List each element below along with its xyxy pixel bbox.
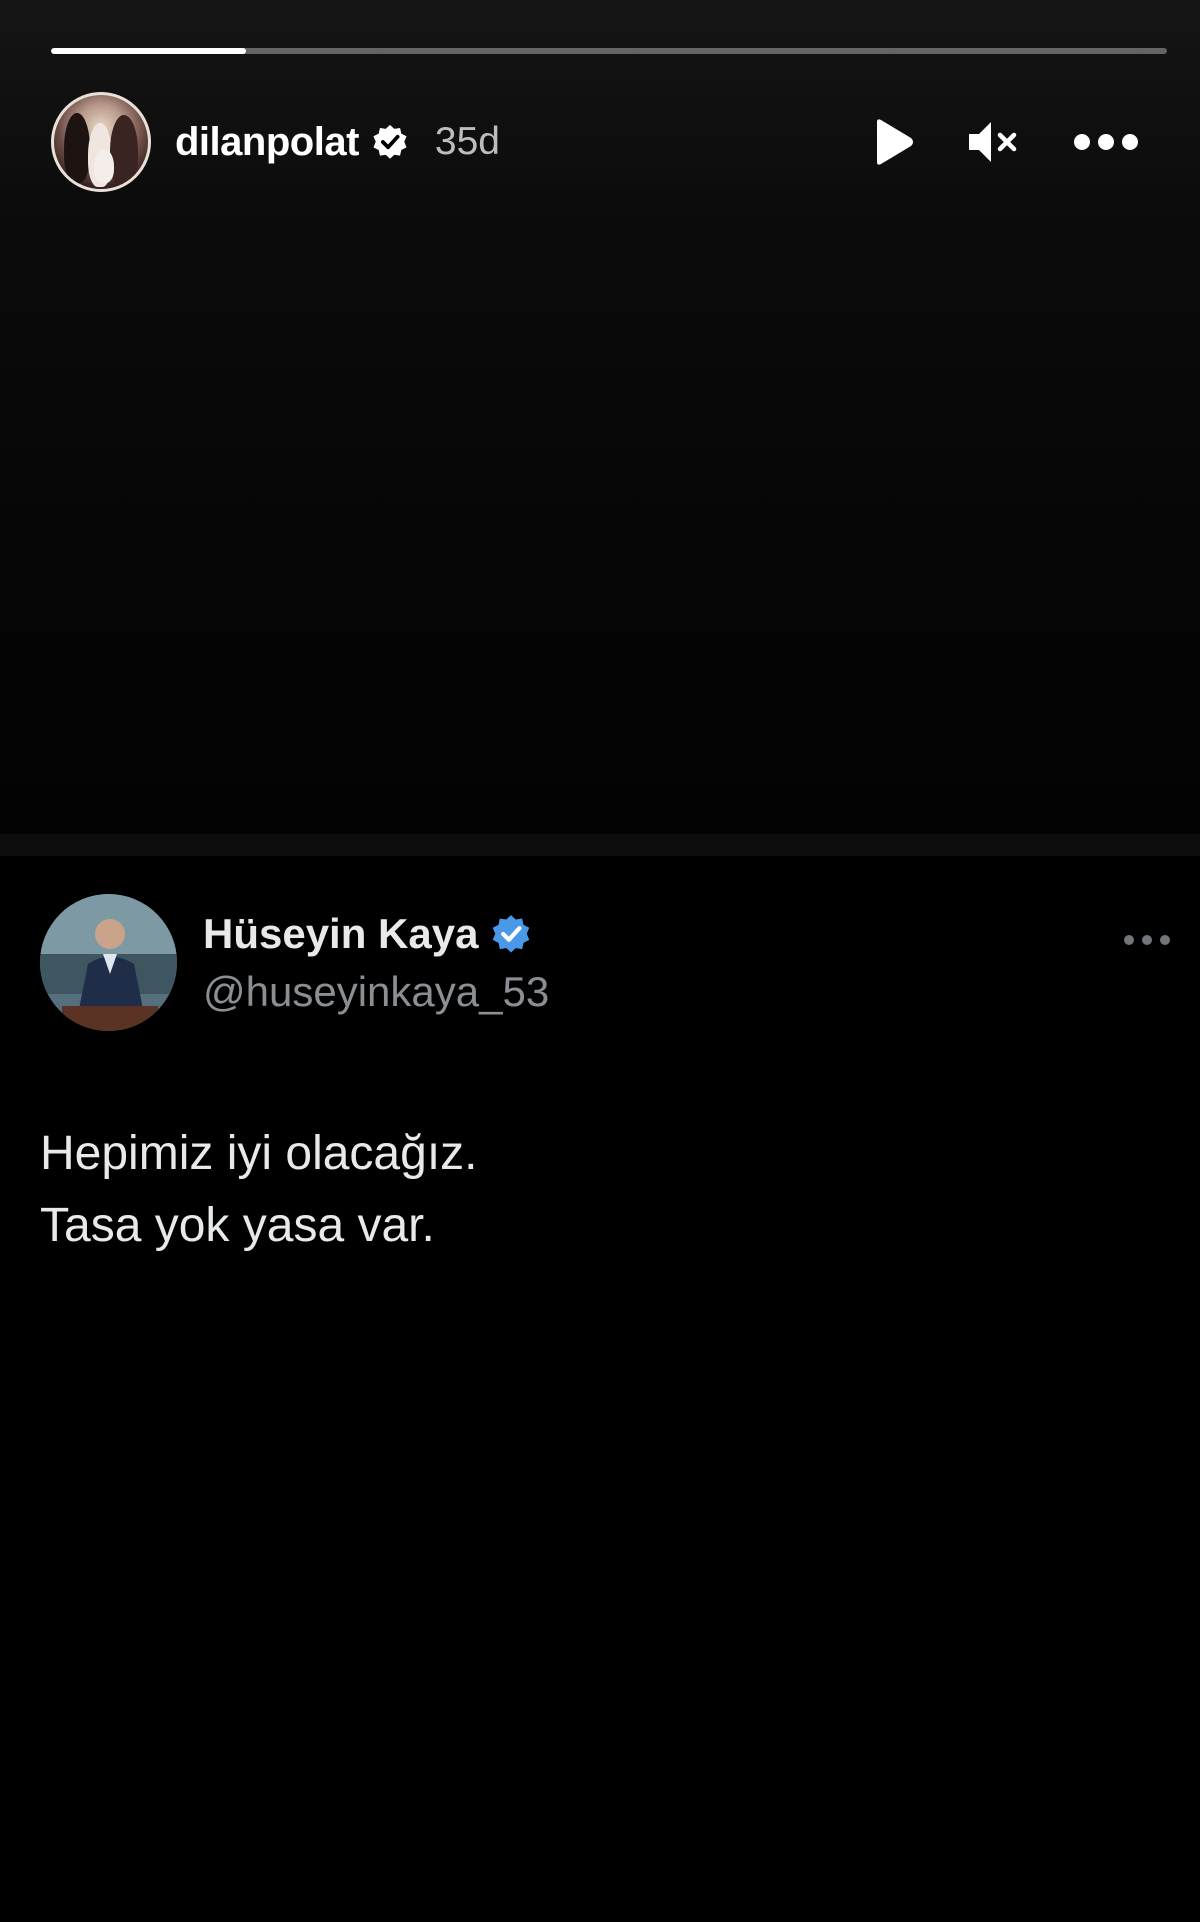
tweet-text-line: Tasa yok yasa var.	[40, 1199, 435, 1252]
tweet-avatar[interactable]	[40, 894, 177, 1031]
mute-button[interactable]	[963, 112, 1023, 172]
verified-badge-icon	[373, 124, 407, 159]
muted-speaker-icon	[969, 122, 1017, 162]
story-progress-fill	[51, 48, 247, 54]
play-icon	[877, 119, 913, 165]
story-avatar[interactable]	[51, 92, 151, 192]
story-more-button[interactable]	[1071, 122, 1141, 162]
more-horizontal-icon	[1124, 935, 1170, 945]
tweet-card: Hüseyin Kaya @huseyinkaya_53 Hepimiz iyi…	[0, 856, 1200, 1922]
story-username[interactable]: dilanpolat	[175, 120, 359, 165]
story-progress-bar	[51, 48, 1167, 54]
tweet-avatar-image	[40, 894, 177, 1031]
story-actions	[863, 112, 1167, 172]
story-viewer: dilanpolat 35d Hüseyin Kaya @huseyinkaya…	[0, 0, 1200, 1922]
tweet-author-handle[interactable]: @huseyinkaya_53	[203, 968, 549, 1016]
tweet-author-name[interactable]: Hüseyin Kaya	[203, 910, 478, 958]
tweet-more-button[interactable]	[1122, 928, 1172, 952]
story-header: dilanpolat 35d	[51, 92, 1167, 192]
tweet-text-line: Hepimiz iyi olacağız.	[40, 1127, 478, 1180]
verified-badge-icon	[493, 915, 530, 953]
play-button[interactable]	[863, 112, 923, 172]
tweet-author-row: Hüseyin Kaya	[203, 910, 532, 958]
screenshot-divider	[0, 834, 1200, 856]
more-horizontal-icon	[1074, 134, 1138, 150]
tweet-body: Hepimiz iyi olacağız. Tasa yok yasa var.	[40, 1118, 477, 1262]
story-timestamp: 35d	[434, 120, 500, 163]
